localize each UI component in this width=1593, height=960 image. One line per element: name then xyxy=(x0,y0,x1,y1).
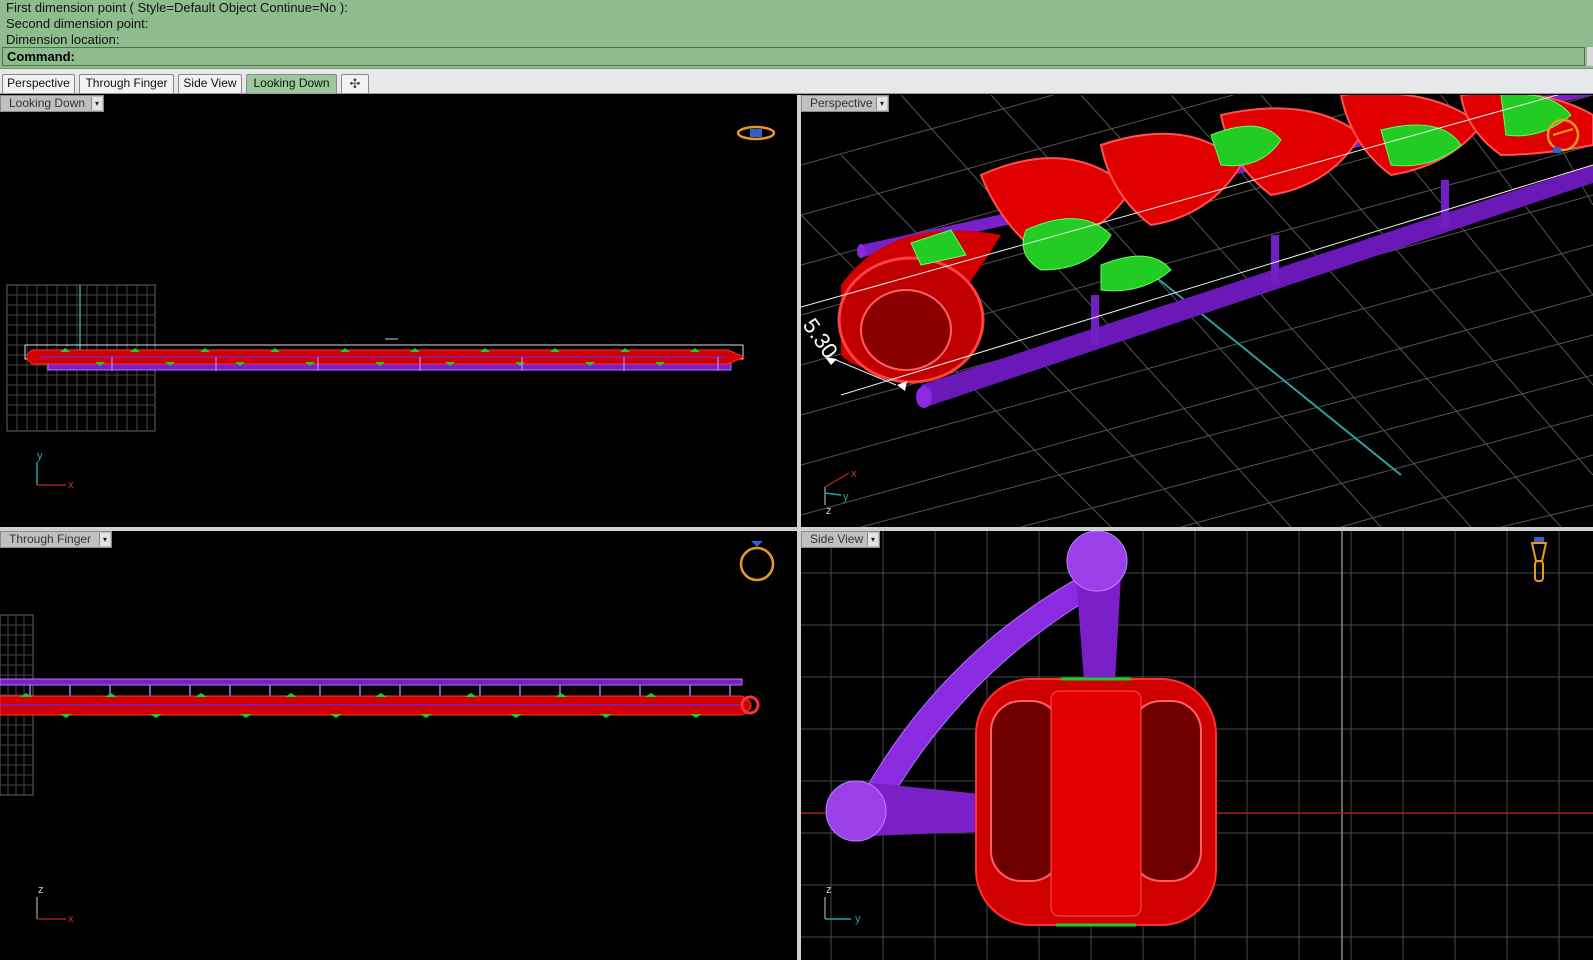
axis-indicator: z x y xyxy=(824,468,857,517)
perspective-scene: 5.30 z x y xyxy=(801,95,1593,527)
axis-label-v: y xyxy=(37,450,43,462)
chevron-down-icon[interactable]: ▾ xyxy=(99,533,110,546)
chevron-down-icon[interactable]: ▾ xyxy=(876,97,887,110)
ring-front-icon[interactable] xyxy=(739,541,775,582)
viewport-title-label: Perspective xyxy=(810,96,873,110)
axis-label-h: x xyxy=(68,913,74,925)
plus-icon: ✣ xyxy=(349,76,361,91)
front-scene: z x xyxy=(0,541,775,925)
viewport-title-label: Side View xyxy=(810,532,864,546)
axis-label-v: z xyxy=(826,884,832,896)
chevron-down-icon[interactable]: ▾ xyxy=(91,97,102,110)
viewport-looking-down[interactable]: Looking Down ▾ y x xyxy=(0,95,797,527)
axis-label-h: x xyxy=(68,479,74,491)
command-history-line: Second dimension point: xyxy=(6,16,149,31)
viewport-title-label: Through Finger xyxy=(9,532,92,546)
viewport-side-view[interactable]: Side View ▾ z y xyxy=(801,531,1593,960)
viewport-title[interactable]: Looking Down ▾ xyxy=(0,95,104,112)
tab-perspective[interactable]: Perspective xyxy=(2,74,75,93)
command-input[interactable] xyxy=(81,49,1581,64)
ring-band-front xyxy=(0,678,760,718)
ring-top-icon[interactable] xyxy=(736,125,776,141)
axis-label-b: y xyxy=(843,491,849,503)
command-history-line: Dimension location: xyxy=(6,32,120,47)
chain-links xyxy=(837,95,1593,384)
viewport-title-label: Looking Down xyxy=(9,96,86,110)
viewport-tab-strip: Perspective Through Finger Side View Loo… xyxy=(0,69,1593,94)
axis-label-v: z xyxy=(826,505,832,517)
viewport-title[interactable]: Through Finger ▾ xyxy=(0,531,112,548)
command-label: Command: xyxy=(7,49,75,64)
side-setting xyxy=(975,677,1217,927)
command-prompt: Command: xyxy=(2,47,1585,66)
tab-through-finger[interactable]: Through Finger xyxy=(79,74,174,93)
tab-looking-down[interactable]: Looking Down xyxy=(246,74,337,93)
chevron-down-icon[interactable]: ▾ xyxy=(867,533,878,546)
command-history-line: First dimension point ( Style=Default Ob… xyxy=(6,0,348,15)
viewport-through-finger[interactable]: Through Finger ▾ z x xyxy=(0,531,797,960)
viewport-perspective[interactable]: Perspective ▾ 5.30 z x y xyxy=(801,95,1593,527)
viewport-title[interactable]: Perspective ▾ xyxy=(801,95,889,112)
axis-indicator: z x xyxy=(36,884,74,925)
axis-indicator: y x xyxy=(36,450,74,491)
side-scene: z y xyxy=(801,531,1593,960)
add-tab-button[interactable]: ✣ xyxy=(341,74,369,93)
viewport-title[interactable]: Side View ▾ xyxy=(801,531,880,548)
axis-label-h: y xyxy=(855,913,861,925)
command-area: First dimension point ( Style=Default Ob… xyxy=(0,0,1593,69)
axis-indicator: z y xyxy=(824,884,861,925)
axis-label-a: x xyxy=(851,468,857,480)
axis-label-v: z xyxy=(38,884,44,896)
command-scrollbar[interactable] xyxy=(1587,47,1593,66)
ring-band-top xyxy=(24,338,746,371)
top-scene: y x xyxy=(6,125,776,491)
ring-side-icon[interactable] xyxy=(1530,537,1548,582)
tab-side-view[interactable]: Side View xyxy=(178,74,242,93)
